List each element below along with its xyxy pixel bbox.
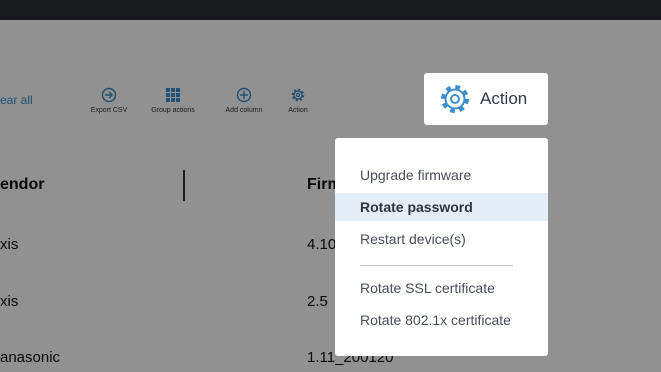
action-button-label: Action	[480, 89, 528, 108]
menu-item-restart-devices[interactable]: Restart device(s)	[335, 225, 548, 253]
menu-item-rotate-8021x-certificate[interactable]: Rotate 802.1x certificate	[335, 306, 548, 334]
menu-item-rotate-ssl-certificate[interactable]: Rotate SSL certificate	[335, 274, 548, 302]
menu-divider	[360, 265, 513, 266]
gear-icon	[437, 81, 473, 117]
menu-item-upgrade-firmware[interactable]: Upgrade firmware	[335, 161, 548, 189]
modal-dim-overlay[interactable]	[0, 0, 661, 372]
action-button[interactable]: Action	[424, 73, 548, 125]
action-dropdown-menu: Upgrade firmware Rotate password Restart…	[335, 138, 548, 356]
menu-item-rotate-password[interactable]: Rotate password	[335, 193, 548, 221]
